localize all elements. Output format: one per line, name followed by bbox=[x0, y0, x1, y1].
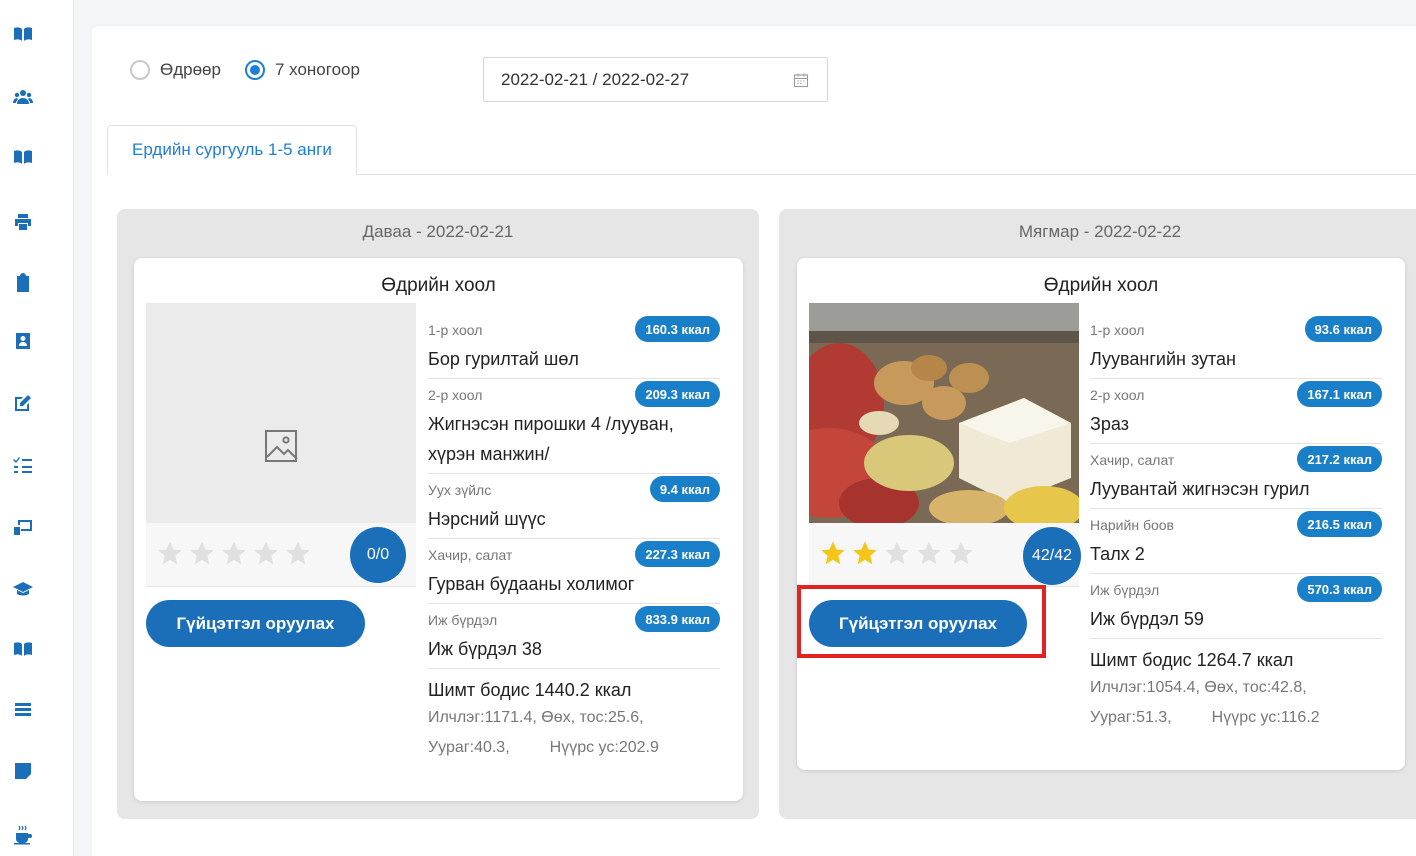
card-title: Өдрийн хоол bbox=[1043, 275, 1159, 296]
sticky-note-icon[interactable] bbox=[10, 758, 36, 784]
star-icon[interactable] bbox=[284, 539, 312, 567]
image-placeholder-icon bbox=[265, 430, 298, 462]
view-mode-radio-group: Өдрөөр 7 хоногоор bbox=[130, 60, 384, 80]
radio-circle[interactable] bbox=[130, 60, 150, 80]
star-icon[interactable] bbox=[883, 539, 911, 567]
coffee-cup-icon[interactable] bbox=[10, 822, 36, 848]
tab-school-grade-1-5[interactable]: Ердийн сургууль 1-5 анги bbox=[107, 125, 357, 175]
kcal-badge: 93.6 ккал bbox=[1304, 316, 1382, 342]
date-range-input[interactable]: 2022-02-21 / 2022-02-27 bbox=[483, 57, 828, 102]
rating-bar: 42/42 bbox=[809, 523, 1081, 587]
checklist-icon[interactable] bbox=[10, 452, 36, 478]
day-menu-card: Өдрийн хоол 42/42 Гүйцэтгэл оруулах 1-р … bbox=[797, 258, 1405, 770]
printer-icon[interactable] bbox=[10, 209, 36, 235]
star-rating[interactable] bbox=[819, 539, 979, 567]
enter-performance-button[interactable]: Гүйцэтгэл оруулах bbox=[809, 600, 1027, 647]
nutrition-line: Илчлэг:1171.4, Өөх, тос:25.6, bbox=[428, 709, 644, 726]
day-column-monday: Даваа - 2022-02-21 Өдрийн хоол 0/0 Гүйцэ… bbox=[117, 209, 759, 819]
nutrition-line: Уураг:40.3, Нүүрс ус:202.9 bbox=[428, 733, 720, 763]
food-photo bbox=[809, 303, 1079, 523]
day-header: Даваа - 2022-02-21 bbox=[362, 222, 514, 241]
star-icon[interactable] bbox=[947, 539, 975, 567]
nutrition-protein: Уураг:51.3, bbox=[1090, 709, 1172, 726]
food-photo-image bbox=[809, 303, 1079, 523]
meal-item: 2-р хоол 209.3 ккал Жигнэсэн пирошки 4 /… bbox=[428, 379, 720, 474]
meal-name: Луувангийн зутан bbox=[1090, 349, 1236, 369]
meal-item: Хачир, салат 227.3 ккал Гурван будааны х… bbox=[428, 539, 720, 604]
day-menu-card: Өдрийн хоол 0/0 Гүйцэтгэл оруулах 1-р хо… bbox=[134, 258, 743, 801]
radio-label: Өдрөөр bbox=[160, 60, 221, 79]
graduation-cap-icon[interactable] bbox=[10, 576, 36, 602]
meal-list: 1-р хоол 93.6 ккал Луувангийн зутан 2-р … bbox=[1090, 314, 1382, 733]
day-column-tuesday: Мягмар - 2022-02-22 Өдрийн хоол 42/42 Гү… bbox=[779, 209, 1416, 819]
nutrition-carbs: Нүүрс ус:116.2 bbox=[1211, 709, 1320, 726]
sidebar bbox=[0, 0, 74, 856]
nutrition-total: Шимт бодис 1440.2 ккал bbox=[428, 680, 632, 700]
radio-circle[interactable] bbox=[244, 60, 265, 80]
meal-name: Жигнэсэн пирошки 4 /лууван, хүрэн манжин… bbox=[428, 414, 674, 464]
radio-label: 7 хоногоор bbox=[274, 60, 360, 79]
meal-name: Бор гурилтай шөл bbox=[428, 349, 579, 369]
star-rating[interactable] bbox=[156, 539, 316, 567]
menu-lines-icon[interactable] bbox=[10, 696, 36, 722]
clipboard-icon[interactable] bbox=[10, 270, 36, 296]
meal-item: 1-р хоол 93.6 ккал Луувангийн зутан bbox=[1090, 314, 1382, 379]
star-icon[interactable] bbox=[915, 539, 943, 567]
star-icon[interactable] bbox=[252, 539, 280, 567]
nutrition-total: Шимт бодис 1264.7 ккал bbox=[1090, 650, 1294, 670]
nutrition-line: Илчлэг:1054.4, Өөх, тос:42.8, bbox=[1090, 679, 1307, 696]
meal-name: Гурван будааны холимог bbox=[428, 574, 635, 594]
kcal-badge: 167.1 ккал bbox=[1297, 381, 1382, 407]
meal-name: Талх 2 bbox=[1090, 544, 1145, 564]
day-header: Мягмар - 2022-02-22 bbox=[1018, 222, 1182, 241]
edit-icon[interactable] bbox=[10, 390, 36, 416]
nutrition-line: Уураг:51.3, Нүүрс ус:116.2 bbox=[1090, 703, 1382, 733]
monitor-icon[interactable] bbox=[10, 514, 36, 540]
kcal-badge: 209.3 ккал bbox=[635, 381, 720, 407]
kcal-badge: 833.9 ккал bbox=[635, 606, 720, 632]
kcal-badge: 216.5 ккал bbox=[1297, 511, 1382, 537]
card-title: Өдрийн хоол bbox=[381, 275, 496, 296]
meal-name: Иж бүрдэл 59 bbox=[1090, 609, 1204, 629]
meal-item: 2-р хоол 167.1 ккал Зраз bbox=[1090, 379, 1382, 444]
kcal-badge: 9.4 ккал bbox=[649, 476, 720, 502]
rating-count-badge: 0/0 bbox=[350, 527, 406, 583]
book-icon[interactable] bbox=[10, 636, 36, 662]
book-icon[interactable] bbox=[10, 21, 36, 47]
date-range-value: 2022-02-21 / 2022-02-27 bbox=[501, 69, 690, 89]
food-image-placeholder bbox=[146, 303, 416, 523]
meal-name: Зраз bbox=[1090, 414, 1129, 434]
nutrition-protein: Уураг:40.3, bbox=[428, 739, 510, 756]
meal-item: Уух зүйлс 9.4 ккал Нэрсний шүүс bbox=[428, 474, 720, 539]
star-icon[interactable] bbox=[851, 539, 879, 567]
meal-name: Нэрсний шүүс bbox=[428, 509, 546, 529]
meal-name: Луувантай жигнэсэн гурил bbox=[1090, 479, 1310, 499]
star-icon[interactable] bbox=[220, 539, 248, 567]
rating-bar: 0/0 bbox=[146, 523, 416, 587]
star-icon[interactable] bbox=[188, 539, 216, 567]
users-icon[interactable] bbox=[10, 84, 36, 110]
kcal-badge: 160.3 ккал bbox=[635, 316, 720, 342]
meal-item: Хачир, салат 217.2 ккал Луувантай жигнэс… bbox=[1090, 444, 1382, 509]
rating-count-badge: 42/42 bbox=[1023, 527, 1081, 585]
meal-name: Иж бүрдэл 38 bbox=[428, 639, 542, 659]
meal-item: Иж бүрдэл 570.3 ккал Иж бүрдэл 59 bbox=[1090, 574, 1382, 639]
star-icon[interactable] bbox=[819, 539, 847, 567]
radio-weekly[interactable]: 7 хоногоор bbox=[244, 60, 360, 80]
contact-card-icon[interactable] bbox=[10, 328, 36, 354]
nutrition-carbs: Нүүрс ус:202.9 bbox=[549, 739, 659, 756]
kcal-badge: 217.2 ккал bbox=[1297, 446, 1382, 472]
meal-list: 1-р хоол 160.3 ккал Бор гурилтай шөл 2-р… bbox=[428, 314, 720, 763]
book-icon[interactable] bbox=[10, 144, 36, 170]
meal-item: 1-р хоол 160.3 ккал Бор гурилтай шөл bbox=[428, 314, 720, 379]
kcal-badge: 227.3 ккал bbox=[635, 541, 720, 567]
calendar-icon[interactable] bbox=[793, 72, 809, 88]
enter-performance-button[interactable]: Гүйцэтгэл оруулах bbox=[146, 600, 365, 647]
star-icon[interactable] bbox=[156, 539, 184, 567]
meal-item: Нарийн боов 216.5 ккал Талх 2 bbox=[1090, 509, 1382, 574]
radio-daily[interactable]: Өдрөөр bbox=[130, 60, 221, 80]
kcal-badge: 570.3 ккал bbox=[1297, 576, 1382, 602]
meal-item: Иж бүрдэл 833.9 ккал Иж бүрдэл 38 bbox=[428, 604, 720, 669]
